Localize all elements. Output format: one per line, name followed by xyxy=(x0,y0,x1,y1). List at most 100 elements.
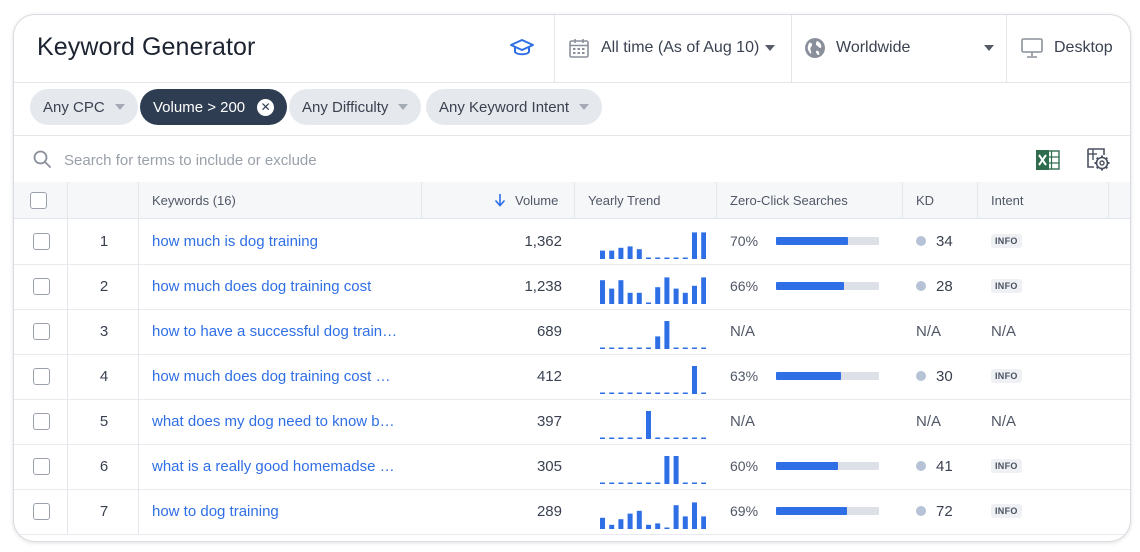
trend-bar xyxy=(636,249,642,259)
keyword-link[interactable]: how much does dog training cost … xyxy=(152,368,390,385)
header: Keyword Generator All time (As of Aug 10… xyxy=(14,15,1130,83)
column-divider xyxy=(138,354,139,399)
filter-label: Any CPC xyxy=(43,98,105,116)
column-header-intent[interactable]: Intent xyxy=(991,182,1024,218)
trend-bar xyxy=(600,250,605,259)
excel-export-icon[interactable] xyxy=(1035,148,1061,172)
trend-bar xyxy=(673,505,679,529)
search-input[interactable] xyxy=(62,146,766,174)
zero-click-bar-fill xyxy=(776,372,841,380)
kd-value: 28 xyxy=(936,277,953,295)
row-checkbox[interactable] xyxy=(33,232,50,250)
keyword-link[interactable]: how much is dog training xyxy=(152,233,318,250)
region-select[interactable]: Worldwide xyxy=(804,33,994,63)
trend-bar-empty xyxy=(682,437,688,439)
filter-cpc-chip[interactable]: Any CPC xyxy=(30,89,138,125)
column-header-volume[interactable]: Volume xyxy=(494,182,558,218)
row-checkbox[interactable] xyxy=(33,412,50,430)
close-icon[interactable]: ✕ xyxy=(257,98,275,116)
column-divider xyxy=(138,444,139,489)
trend-bar-empty xyxy=(609,347,615,349)
trend-bar-empty xyxy=(673,347,679,349)
column-divider xyxy=(138,489,139,534)
zero-click-percent: 66% xyxy=(730,278,759,294)
zero-click-bar-fill xyxy=(776,282,844,290)
trend-bar-empty xyxy=(682,392,688,394)
trend-bar-empty xyxy=(627,482,633,484)
table-row: 7 how to dog training 289 69% 72 INFO xyxy=(14,489,1130,535)
keyword-generator-panel: Keyword Generator All time (As of Aug 10… xyxy=(13,14,1131,542)
page-title: Keyword Generator xyxy=(37,33,256,61)
yearly-trend-chart xyxy=(600,366,706,394)
row-checkbox[interactable] xyxy=(33,322,50,340)
trend-bar xyxy=(664,456,670,484)
header-divider xyxy=(791,15,792,82)
date-range-select[interactable]: All time (As of Aug 10) xyxy=(568,33,776,63)
trend-bar-empty xyxy=(692,437,697,439)
trend-bar-empty xyxy=(636,437,642,439)
filter-intent-chip[interactable]: Any Keyword Intent xyxy=(426,89,603,125)
trend-bar xyxy=(609,524,615,529)
keyword-link[interactable]: how much does dog training cost xyxy=(152,278,371,295)
yearly-trend-cell xyxy=(588,309,706,353)
kd-indicator-dot xyxy=(916,281,926,291)
yearly-trend-cell xyxy=(588,399,706,443)
zero-click-bar xyxy=(776,507,880,515)
column-header-zero-click[interactable]: Zero-Click Searches xyxy=(730,182,848,218)
filter-label: Volume > 200 xyxy=(153,98,246,116)
row-index: 4 xyxy=(99,367,109,385)
kd-na: N/A xyxy=(916,412,942,430)
trend-bar xyxy=(600,517,605,529)
trend-bar-empty xyxy=(646,347,651,349)
keyword-link[interactable]: what does my dog need to know b… xyxy=(152,413,395,430)
trend-bar-empty xyxy=(636,482,642,484)
desktop-icon xyxy=(1021,38,1043,58)
keyword-link[interactable]: how to have a successful dog train… xyxy=(152,323,397,340)
row-checkbox[interactable] xyxy=(33,457,50,475)
column-divider xyxy=(716,182,717,218)
zero-click-percent: 63% xyxy=(730,368,759,384)
trend-bar xyxy=(618,247,624,259)
trend-bar-empty xyxy=(618,437,624,439)
volume-value: 1,362 xyxy=(524,232,562,250)
column-divider xyxy=(977,182,978,218)
keyword-link[interactable]: what is a really good homemadse … xyxy=(152,458,395,475)
filter-label: Any Difficulty xyxy=(302,98,389,116)
kd-indicator-dot xyxy=(916,236,926,246)
column-header-keywords[interactable]: Keywords (16) xyxy=(152,182,236,218)
trend-bar-empty xyxy=(646,482,651,484)
column-header-kd[interactable]: KD xyxy=(916,182,934,218)
column-divider xyxy=(138,182,139,218)
trend-bar-empty xyxy=(701,347,706,349)
filter-difficulty-chip[interactable]: Any Difficulty xyxy=(289,89,422,125)
chevron-down-icon xyxy=(398,104,409,110)
yearly-trend-chart xyxy=(600,277,706,304)
column-header-label: Keywords (16) xyxy=(152,192,236,208)
trend-bar xyxy=(673,456,679,484)
device-select[interactable]: Desktop xyxy=(1020,33,1113,63)
graduation-cap-icon[interactable] xyxy=(509,37,535,59)
select-all-cell xyxy=(30,182,50,218)
table-settings-icon[interactable] xyxy=(1085,146,1111,172)
select-all-checkbox[interactable] xyxy=(30,191,47,209)
filter-volume-chip[interactable]: Volume > 200 ✕ xyxy=(140,89,288,125)
kd-indicator-dot xyxy=(916,506,926,516)
trend-bar-empty xyxy=(682,347,688,349)
column-divider xyxy=(67,219,68,264)
row-checkbox[interactable] xyxy=(33,367,50,385)
trend-bar-empty xyxy=(673,392,679,394)
trend-bar-empty xyxy=(682,482,688,484)
globe-icon xyxy=(805,38,825,58)
keyword-link[interactable]: how to dog training xyxy=(152,503,279,520)
row-checkbox[interactable] xyxy=(33,502,50,520)
row-index: 2 xyxy=(99,277,109,295)
chevron-down-icon xyxy=(579,104,590,110)
intent-na: N/A xyxy=(991,412,1017,430)
trend-bar-empty xyxy=(618,347,624,349)
trend-bar-empty xyxy=(664,527,670,529)
column-header-trend[interactable]: Yearly Trend xyxy=(588,182,661,218)
volume-value: 397 xyxy=(536,412,562,430)
trend-bar-empty xyxy=(692,482,697,484)
trend-bar-empty xyxy=(618,482,624,484)
row-checkbox[interactable] xyxy=(33,277,50,295)
